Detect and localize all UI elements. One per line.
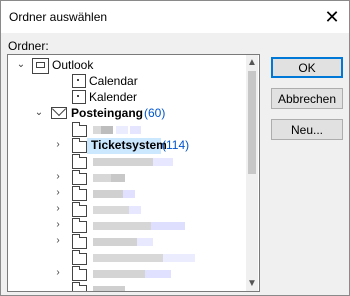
blurred-text xyxy=(116,126,128,134)
tree-item-outlook[interactable]: ⌄ Outlook xyxy=(8,57,246,74)
folder-icon xyxy=(72,250,87,265)
blurred-text xyxy=(93,222,151,230)
tree-item-label: Calendar xyxy=(89,74,138,88)
tree-item-calendar[interactable]: Calendar xyxy=(8,73,246,89)
blurred-text xyxy=(93,190,123,198)
blurred-text xyxy=(93,238,137,246)
folder-icon xyxy=(72,234,87,249)
unread-count: (114) xyxy=(162,138,190,152)
folder-icon xyxy=(72,186,87,201)
tree-item-redacted[interactable]: › xyxy=(8,233,246,249)
blurred-text xyxy=(123,190,135,198)
mail-icon xyxy=(51,107,67,119)
blurred-text xyxy=(93,206,129,214)
blurred-text xyxy=(101,126,113,134)
chevron-right-icon[interactable]: › xyxy=(53,268,63,278)
ok-label: OK xyxy=(298,60,316,75)
blurred-text xyxy=(151,222,185,230)
folder-icon xyxy=(72,218,87,233)
folder-icon xyxy=(72,266,87,281)
title-bar: Ordner auswählen ✕ xyxy=(1,1,349,33)
ok-button[interactable]: OK xyxy=(271,57,343,78)
scroll-down-icon[interactable]: ▼ xyxy=(246,276,258,291)
tree-item-label: Posteingang xyxy=(71,106,144,120)
chevron-right-icon[interactable]: › xyxy=(53,172,63,182)
tree-item-redacted[interactable] xyxy=(8,121,246,137)
blurred-text xyxy=(93,174,111,182)
tree-item-redacted[interactable]: › xyxy=(8,217,246,233)
chevron-down-icon[interactable]: ⌄ xyxy=(34,108,44,118)
blurred-text xyxy=(93,158,153,166)
select-folder-dialog: Ordner auswählen ✕ Ordner: ⌄ Outlook Cal… xyxy=(0,0,350,296)
tree-item-label: Ticketsystem xyxy=(91,138,167,152)
tree-item-redacted[interactable] xyxy=(8,281,246,291)
blurred-text xyxy=(130,126,141,134)
chevron-down-icon[interactable]: ⌄ xyxy=(16,60,26,70)
blurred-text xyxy=(93,270,145,278)
new-folder-button[interactable]: Neu... xyxy=(271,119,343,140)
blurred-text xyxy=(137,238,153,246)
calendar-icon xyxy=(72,74,86,88)
cancel-label: Abbrechen xyxy=(277,91,337,106)
vertical-scrollbar[interactable]: ▲ ▼ xyxy=(246,55,258,291)
tree-item-redacted[interactable] xyxy=(8,153,246,169)
calendar-icon xyxy=(72,90,86,104)
cancel-button[interactable]: Abbrechen xyxy=(271,88,343,109)
folder-icon xyxy=(72,282,87,291)
folder-icon xyxy=(72,138,87,153)
folder-label: Ordner: xyxy=(8,39,49,53)
blurred-text xyxy=(163,254,195,262)
folder-icon xyxy=(72,170,87,185)
outlook-root-icon xyxy=(32,58,49,74)
chevron-right-icon[interactable]: › xyxy=(53,188,63,198)
chevron-right-icon[interactable]: › xyxy=(53,204,63,214)
unread-count: (60) xyxy=(144,106,166,120)
tree-item-label: Outlook xyxy=(52,58,94,72)
new-label: Neu... xyxy=(290,122,323,137)
tree-item-redacted[interactable] xyxy=(8,249,246,265)
chevron-right-icon[interactable]: › xyxy=(53,140,63,150)
folder-icon xyxy=(72,122,87,137)
dialog-title: Ordner auswählen xyxy=(9,10,108,24)
folder-tree[interactable]: ⌄ Outlook Calendar Kalender ⌄ Posteingan… xyxy=(7,54,260,292)
tree-item-label: Kalender xyxy=(89,90,138,104)
tree-item-ticketsystem[interactable]: › Ticketsystem (114) xyxy=(8,137,246,153)
tree-item-redacted[interactable]: › xyxy=(8,265,246,281)
folder-icon xyxy=(72,202,87,217)
tree-item-redacted[interactable]: › xyxy=(8,201,246,217)
blurred-text xyxy=(145,270,171,278)
blurred-text xyxy=(153,158,173,166)
close-icon: ✕ xyxy=(324,6,340,27)
blurred-text xyxy=(93,126,101,134)
tree-item-posteingang[interactable]: ⌄ Posteingang (60) xyxy=(8,105,246,121)
blurred-text xyxy=(111,174,125,182)
close-button[interactable]: ✕ xyxy=(315,1,349,33)
folder-icon xyxy=(72,154,87,169)
scroll-up-icon[interactable]: ▲ xyxy=(246,55,258,70)
scrollbar-thumb[interactable] xyxy=(248,71,256,174)
chevron-right-icon[interactable]: › xyxy=(53,236,63,246)
tree-item-redacted[interactable]: › xyxy=(8,169,246,185)
blurred-text xyxy=(93,254,163,262)
chevron-right-icon[interactable]: › xyxy=(53,220,63,230)
tree-item-redacted[interactable]: › xyxy=(8,185,246,201)
blurred-text xyxy=(93,286,125,291)
tree-item-kalender[interactable]: Kalender xyxy=(8,89,246,105)
blurred-text xyxy=(129,206,141,214)
